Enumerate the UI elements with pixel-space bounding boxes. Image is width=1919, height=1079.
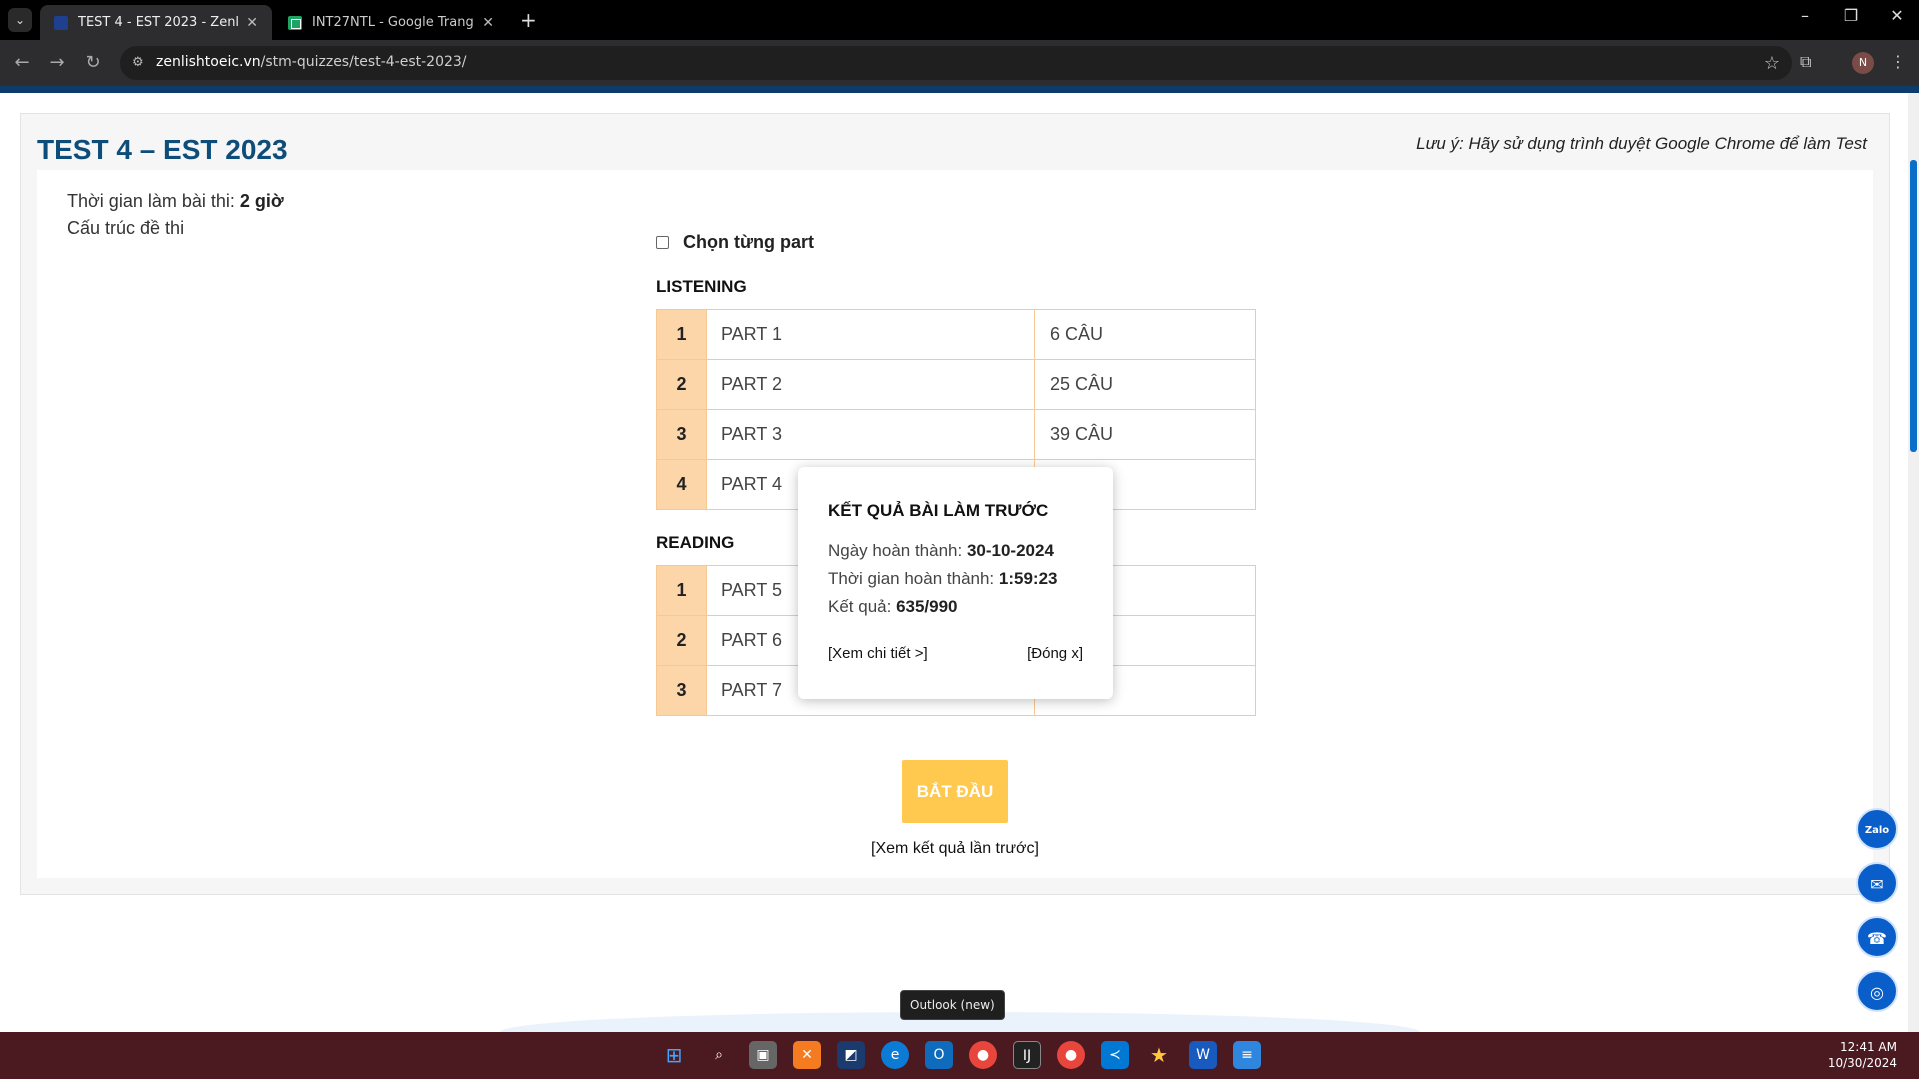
edge-icon[interactable]: e xyxy=(881,1041,909,1069)
new-tab-icon[interactable]: + xyxy=(520,8,537,32)
profile-avatar[interactable]: N xyxy=(1852,52,1874,74)
previous-result-link[interactable]: [Xem kết quả lần trước] xyxy=(655,840,1255,858)
system-clock[interactable]: 12:41 AM 10/30/2024 xyxy=(1828,1039,1897,1071)
chrome-profile-icon[interactable]: ● xyxy=(1057,1041,1085,1069)
zenlish-favicon-icon xyxy=(54,15,68,30)
app-icon[interactable]: ◩ xyxy=(837,1041,865,1069)
notepad-icon[interactable]: ≡ xyxy=(1233,1041,1261,1069)
close-tab-icon[interactable]: ✕ xyxy=(246,15,258,31)
table-row[interactable]: 2 PART 2 25 CÂU xyxy=(656,359,1256,410)
instagram-icon[interactable]: ◎ xyxy=(1856,970,1898,1012)
reading-heading: READING xyxy=(656,533,735,552)
tab-title: INT27NTL - Google Trang tính xyxy=(312,15,474,30)
score: Kết quả: 635/990 xyxy=(828,597,958,616)
xampp-icon[interactable]: ✕ xyxy=(793,1041,821,1069)
table-row[interactable]: 3 PART 3 39 CÂU xyxy=(656,409,1256,460)
taskbar-tooltip: Outlook (new) xyxy=(900,990,1005,1020)
back-icon[interactable]: ← xyxy=(10,51,34,75)
listening-heading: LISTENING xyxy=(656,277,747,296)
reload-icon[interactable]: ↻ xyxy=(81,51,105,75)
minimize-icon[interactable]: – xyxy=(1782,6,1828,25)
address-bar[interactable]: ⚙ zenlishtoeic.vn/stm-quizzes/test-4-est… xyxy=(120,46,1792,80)
star-app-icon[interactable]: ★ xyxy=(1145,1041,1173,1069)
page-title: TEST 4 – EST 2023 xyxy=(37,134,288,165)
test-info: Thời gian làm bài thi: 2 giờ Cấu trúc đề… xyxy=(67,188,284,242)
structure-label: Cấu trúc đề thi xyxy=(67,218,185,238)
completion-date: Ngày hoàn thành: 30-10-2024 xyxy=(828,541,1054,560)
phone-icon[interactable]: ☎ xyxy=(1856,916,1898,958)
outlook-icon[interactable]: O xyxy=(925,1041,953,1069)
choose-part-label: Chọn từng part xyxy=(683,232,815,252)
close-popup-link[interactable]: [Đóng x] xyxy=(1027,645,1083,662)
word-icon[interactable]: W xyxy=(1189,1041,1217,1069)
close-window-icon[interactable]: ✕ xyxy=(1874,6,1919,25)
view-detail-link[interactable]: [Xem chi tiết >] xyxy=(828,645,928,662)
start-button[interactable]: BẮT ĐẦU xyxy=(902,760,1008,823)
menu-icon[interactable]: ⋮ xyxy=(1890,52,1906,71)
task-view-icon[interactable]: ▣ xyxy=(749,1041,777,1069)
tab-title: TEST 4 - EST 2023 - Zenlish xyxy=(78,15,239,30)
completion-time: Thời gian hoàn thành: 1:59:23 xyxy=(828,569,1058,588)
browser-tab-bar: ⌄ TEST 4 - EST 2023 - Zenlish ✕ INT27NTL… xyxy=(0,0,1919,40)
site-info-icon[interactable]: ⚙ xyxy=(132,55,148,71)
sheets-favicon-icon xyxy=(288,15,302,30)
popup-heading: KẾT QUẢ BÀI LÀM TRƯỚC xyxy=(828,501,1049,520)
choose-part-toggle[interactable]: Chọn từng part xyxy=(656,232,814,253)
restore-icon[interactable]: ❐ xyxy=(1828,6,1874,25)
forward-icon[interactable]: → xyxy=(45,51,69,75)
windows-start-icon[interactable]: ⊞ xyxy=(660,1041,688,1069)
previous-result-popup: KẾT QUẢ BÀI LÀM TRƯỚC Ngày hoàn thành: 3… xyxy=(798,467,1113,699)
zalo-icon[interactable]: Zalo xyxy=(1856,808,1898,850)
vscode-icon[interactable]: ≺ xyxy=(1101,1041,1129,1069)
search-icon[interactable]: ⌕ xyxy=(705,1041,733,1069)
tab-zenlish[interactable]: TEST 4 - EST 2023 - Zenlish ✕ xyxy=(40,5,272,40)
intellij-icon[interactable]: IJ xyxy=(1013,1041,1041,1069)
duration-line: Thời gian làm bài thi: 2 giờ xyxy=(67,191,284,211)
tab-google-sheets[interactable]: INT27NTL - Google Trang tính ✕ xyxy=(274,5,508,40)
browser-toolbar: ← → ↻ ⚙ zenlishtoeic.vn/stm-quizzes/test… xyxy=(0,40,1919,86)
table-row[interactable]: 1 PART 16 CÂU xyxy=(656,309,1256,360)
messenger-icon[interactable]: ✉ xyxy=(1856,862,1898,904)
tab-search-icon[interactable]: ⌄ xyxy=(8,8,32,32)
url-text: zenlishtoeic.vn/stm-quizzes/test-4-est-2… xyxy=(156,54,467,70)
browser-note: Lưu ý: Hãy sử dụng trình duyệt Google Ch… xyxy=(1416,134,1867,153)
extensions-icon[interactable]: ⧉ xyxy=(1800,52,1811,72)
windows-taskbar: ⊞ ⌕ ▣ ✕ ◩ e O ● IJ ● ≺ ★ W ≡ 12:41 AM 10… xyxy=(0,1032,1919,1079)
chrome-icon[interactable]: ● xyxy=(969,1041,997,1069)
scrollbar-thumb[interactable] xyxy=(1910,160,1917,452)
close-tab-icon[interactable]: ✕ xyxy=(482,15,494,31)
bookmark-star-icon[interactable]: ☆ xyxy=(1764,53,1780,74)
choose-part-checkbox[interactable] xyxy=(656,236,669,249)
site-header-strip xyxy=(0,86,1919,93)
